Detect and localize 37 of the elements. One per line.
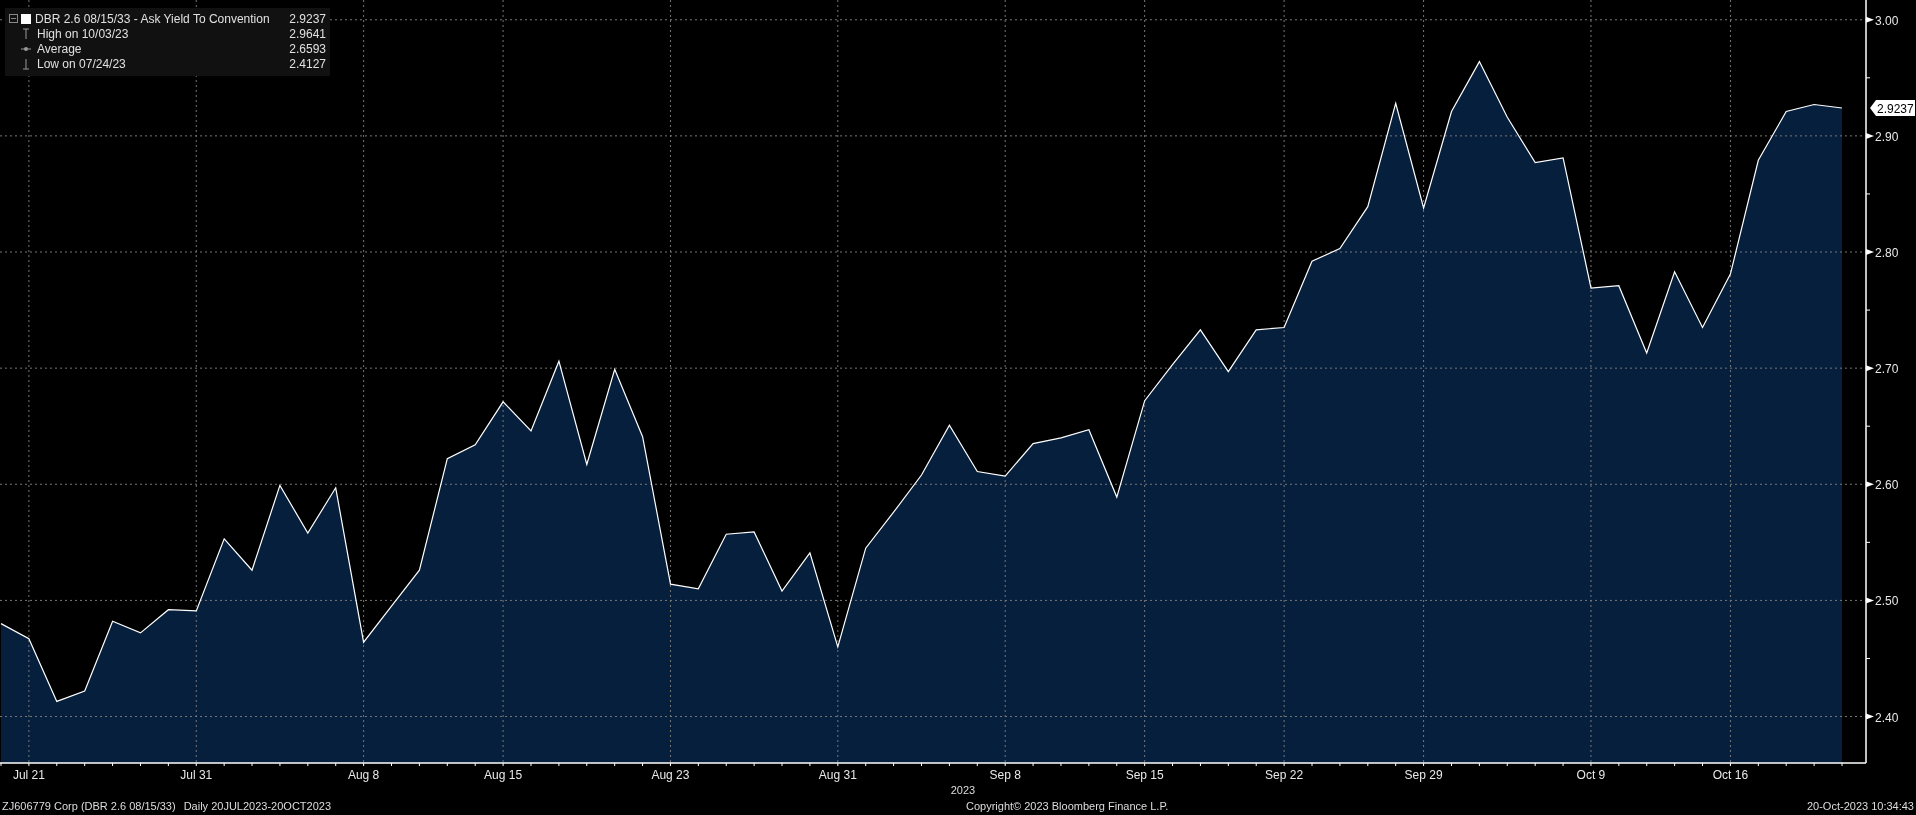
last-value-tag: 2.9237	[1870, 100, 1915, 116]
legend-label: DBR 2.6 08/15/33 - Ask Yield To Convention	[35, 11, 270, 26]
axis-label: Aug 31	[818, 768, 857, 782]
period-label: Daily 20JUL2023-20OCT2023	[183, 800, 332, 812]
axis-label: 2.40	[1875, 710, 1899, 725]
timestamp: 20-Oct-2023 10:34:43	[1806, 800, 1914, 812]
legend-value: 2.6593	[288, 41, 326, 56]
axis-label: 3.00	[1875, 13, 1899, 28]
axis-label: Aug 23	[651, 768, 690, 782]
collapse-icon[interactable]	[9, 14, 18, 23]
axis-label: Sep 8	[989, 768, 1021, 782]
axis-label: Sep 29	[1404, 768, 1443, 782]
axis-label: Oct 9	[1576, 768, 1606, 782]
axis-label: Sep 15	[1125, 768, 1164, 782]
axis-label: 2.70	[1875, 362, 1899, 377]
axis-label: Aug 8	[347, 768, 380, 782]
axis-label: Oct 16	[1712, 768, 1749, 782]
axis-label: 2.50	[1875, 594, 1899, 609]
legend-label: Low on 07/24/23	[37, 56, 126, 71]
legend-label: High on 10/03/23	[37, 26, 129, 41]
series-swatch	[21, 13, 31, 24]
low-marker-icon	[21, 57, 31, 70]
legend-value: 2.4127	[288, 56, 326, 71]
axis-label: Aug 15	[484, 768, 523, 782]
axis-label: 2.60	[1875, 478, 1899, 493]
legend-label: Average	[37, 41, 82, 56]
axis-label: 2.90	[1875, 129, 1899, 144]
legend-value: 2.9237	[288, 11, 326, 26]
axis-label: Jul 21	[12, 768, 45, 782]
copyright-text: Copyright© 2023 Bloomberg Finance L.P.	[966, 800, 1169, 812]
axis-label: Jul 31	[180, 768, 213, 782]
high-marker-icon	[21, 27, 31, 40]
axis-label: Sep 22	[1265, 768, 1304, 782]
security-label: ZJ606779 Corp (DBR 2.6 08/15/33)	[2, 800, 176, 812]
axis-title: 2023	[950, 783, 976, 797]
legend-value: 2.9641	[288, 26, 326, 41]
axis-label: 2.80	[1875, 246, 1899, 260]
